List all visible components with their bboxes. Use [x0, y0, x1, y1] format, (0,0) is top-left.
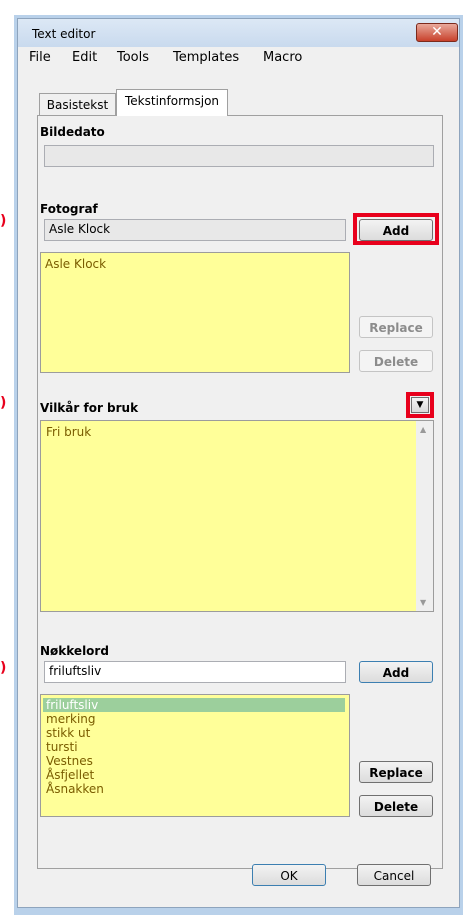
fotograf-label: Fotograf: [40, 202, 98, 216]
bildedato-field[interactable]: [44, 145, 434, 167]
fotograf-input[interactable]: Asle Klock: [44, 219, 346, 241]
list-item[interactable]: Asle Klock: [45, 257, 106, 271]
annotation-mark-1: ): [0, 213, 7, 229]
fotograf-add-button[interactable]: Add: [359, 219, 433, 241]
tab-tekstinformsjon-label: Tekstinformsjon: [124, 94, 220, 108]
close-button[interactable]: ✕: [416, 23, 458, 42]
list-item[interactable]: merking: [46, 712, 96, 726]
tab-tekstinformsjon[interactable]: Tekstinformsjon: [116, 89, 228, 116]
tab-basistekst-label: Basistekst: [46, 98, 109, 112]
fotograf-list[interactable]: Asle Klock: [40, 252, 350, 373]
list-item[interactable]: tursti: [46, 740, 78, 754]
list-item[interactable]: Åsnakken: [46, 782, 104, 796]
vilkar-dropdown-button[interactable]: ▼: [411, 397, 429, 413]
list-item[interactable]: Åsfjellet: [46, 768, 94, 782]
menu-edit[interactable]: Edit: [72, 50, 97, 65]
cancel-button[interactable]: Cancel: [357, 864, 431, 886]
vilkar-label: Vilkår for bruk: [40, 401, 139, 415]
menu-templates[interactable]: Templates: [173, 50, 239, 65]
tab-basistekst[interactable]: Basistekst: [39, 93, 116, 115]
nokkelord-label: Nøkkelord: [40, 644, 109, 658]
nokkelord-list[interactable]: friluftsliv merking stikk ut tursti Vest…: [40, 694, 350, 817]
window-title: Text editor: [32, 27, 96, 41]
close-icon: ✕: [431, 24, 443, 40]
fotograf-delete-button[interactable]: Delete: [359, 350, 433, 372]
vilkar-text: Fri bruk: [46, 425, 92, 439]
scroll-up-icon[interactable]: ▲: [420, 425, 426, 434]
ok-button[interactable]: OK: [252, 864, 326, 886]
nokkelord-replace-button[interactable]: Replace: [359, 761, 433, 783]
list-item-selected[interactable]: friluftsliv: [43, 698, 345, 712]
fotograf-replace-button[interactable]: Replace: [359, 316, 433, 338]
menu-file[interactable]: File: [29, 50, 51, 65]
nokkelord-add-button[interactable]: Add: [359, 661, 433, 683]
menu-tools[interactable]: Tools: [117, 50, 149, 65]
list-item[interactable]: Vestnes: [46, 754, 93, 768]
vilkar-scrollbar[interactable]: ▲ ▼: [416, 421, 433, 611]
annotation-mark-2: ): [0, 395, 7, 411]
text-editor-window: Text editor ✕ File Edit Tools Templates …: [17, 18, 460, 908]
bildedato-label: Bildedato: [40, 125, 105, 139]
title-bar: Text editor ✕: [18, 19, 459, 47]
menu-macro[interactable]: Macro: [263, 50, 302, 65]
nokkelord-delete-button[interactable]: Delete: [359, 795, 433, 817]
chevron-down-icon: ▼: [416, 400, 424, 410]
annotation-mark-3: ): [0, 660, 7, 676]
scroll-down-icon[interactable]: ▼: [420, 598, 426, 607]
nokkelord-input[interactable]: friluftsliv: [44, 661, 346, 683]
vilkar-textarea[interactable]: Fri bruk ▲ ▼: [40, 420, 434, 612]
list-item[interactable]: stikk ut: [46, 726, 90, 740]
menu-bar: File Edit Tools Templates Macro: [18, 47, 459, 67]
